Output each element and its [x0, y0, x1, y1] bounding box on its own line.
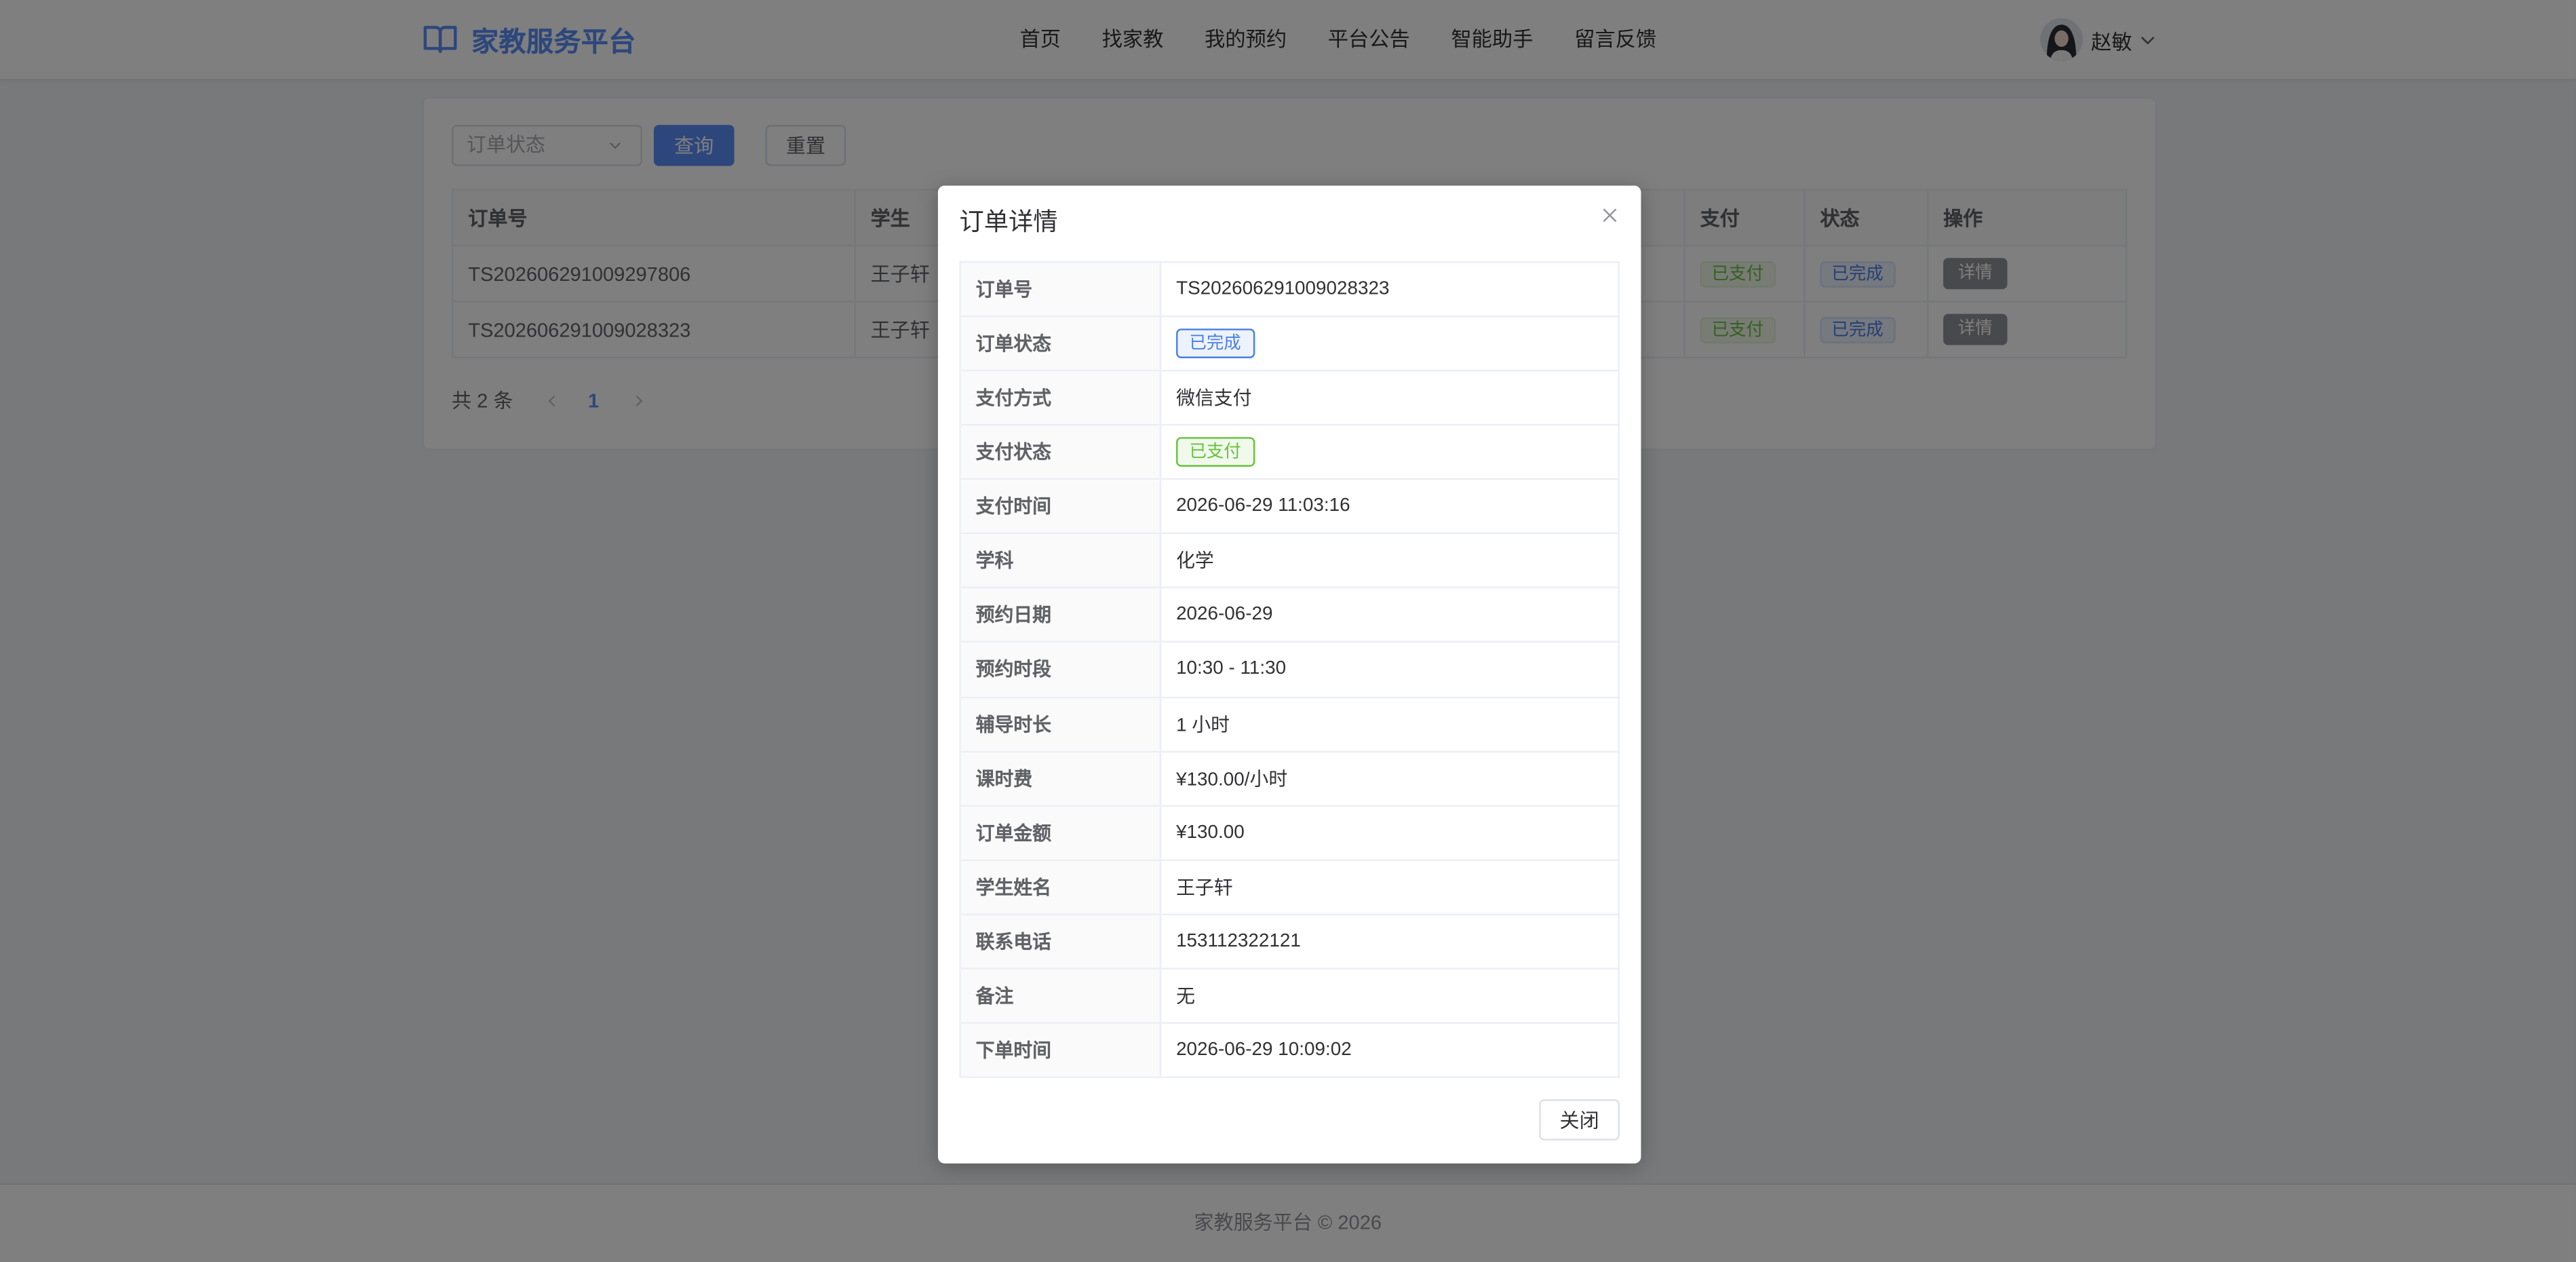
detail-row-order-number: 订单号 TS202606291009028323: [960, 263, 1618, 318]
detail-row-order-status: 订单状态 已完成: [960, 317, 1618, 372]
detail-value: 153112322121: [1176, 931, 1301, 951]
detail-row-payment-status: 支付状态 已支付: [960, 425, 1618, 480]
detail-row-hourly-fee: 课时费 ¥130.00/小时: [960, 752, 1618, 807]
detail-label: 订单金额: [960, 806, 1162, 859]
detail-row-payment-time: 支付时间 2026-06-29 11:03:16: [960, 480, 1618, 535]
detail-row-payment-method: 支付方式 微信支付: [960, 371, 1618, 426]
detail-label: 联系电话: [960, 915, 1162, 968]
detail-row-order-time: 下单时间 2026-06-29 10:09:02: [960, 1023, 1618, 1078]
detail-row-duration: 辅导时长 1 小时: [960, 697, 1618, 752]
detail-value: 王子轩: [1176, 879, 1233, 899]
detail-label: 课时费: [960, 752, 1162, 805]
detail-value: 2026-06-29: [1176, 605, 1273, 626]
detail-label: 订单状态: [960, 317, 1162, 370]
detail-value: TS202606291009028323: [1176, 279, 1390, 299]
detail-label: 订单号: [960, 263, 1162, 316]
detail-value: 10:30 - 11:30: [1176, 659, 1287, 680]
detail-value: 2026-06-29 11:03:16: [1176, 497, 1350, 517]
detail-value: ¥130.00/小时: [1176, 769, 1288, 790]
detail-row-order-amount: 订单金额 ¥130.00: [960, 806, 1618, 861]
detail-value: 微信支付: [1176, 389, 1252, 410]
detail-label: 学科: [960, 534, 1162, 588]
detail-label: 辅导时长: [960, 697, 1162, 750]
dialog-title: 订单详情: [959, 208, 1058, 237]
order-status-tag: 已完成: [1176, 328, 1255, 359]
detail-label: 支付方式: [960, 371, 1162, 425]
detail-row-student-name: 学生姓名 王子轩: [960, 860, 1618, 915]
payment-status-tag: 已支付: [1176, 437, 1255, 467]
order-detail-descriptions: 订单号 TS202606291009028323 订单状态 已完成 支付方式 微…: [959, 261, 1620, 1078]
detail-row-remark: 备注 无: [960, 969, 1618, 1024]
detail-label: 支付时间: [960, 480, 1162, 533]
detail-value: 无: [1176, 987, 1195, 1008]
detail-value: 2026-06-29 10:09:02: [1176, 1039, 1352, 1060]
detail-value-container: 已完成: [1161, 318, 1618, 370]
detail-value: 化学: [1176, 552, 1214, 573]
close-icon[interactable]: [1601, 207, 1618, 223]
detail-label: 预约时段: [960, 643, 1162, 696]
close-button[interactable]: 关闭: [1539, 1099, 1620, 1141]
detail-label: 备注: [960, 969, 1162, 1022]
detail-label: 下单时间: [960, 1023, 1162, 1077]
detail-label: 预约日期: [960, 588, 1162, 642]
detail-row-booking-date: 预约日期 2026-06-29: [960, 588, 1618, 644]
viewport: 家教服务平台 首页 找家教 我的预约 平台公告 智能助手 留言反馈: [0, 0, 2576, 1262]
detail-value: 1 小时: [1176, 715, 1230, 735]
detail-row-time-slot: 预约时段 10:30 - 11:30: [960, 643, 1618, 698]
detail-row-subject: 学科 化学: [960, 534, 1618, 589]
detail-value-container: 已支付: [1161, 426, 1618, 479]
detail-label: 学生姓名: [960, 860, 1162, 913]
detail-label: 支付状态: [960, 425, 1162, 479]
detail-value: ¥130.00: [1176, 822, 1245, 843]
order-detail-dialog: 订单详情 订单号 TS202606291009028323 订单状态 已完成 支…: [937, 185, 1641, 1164]
detail-row-contact-phone: 联系电话 153112322121: [960, 915, 1618, 970]
